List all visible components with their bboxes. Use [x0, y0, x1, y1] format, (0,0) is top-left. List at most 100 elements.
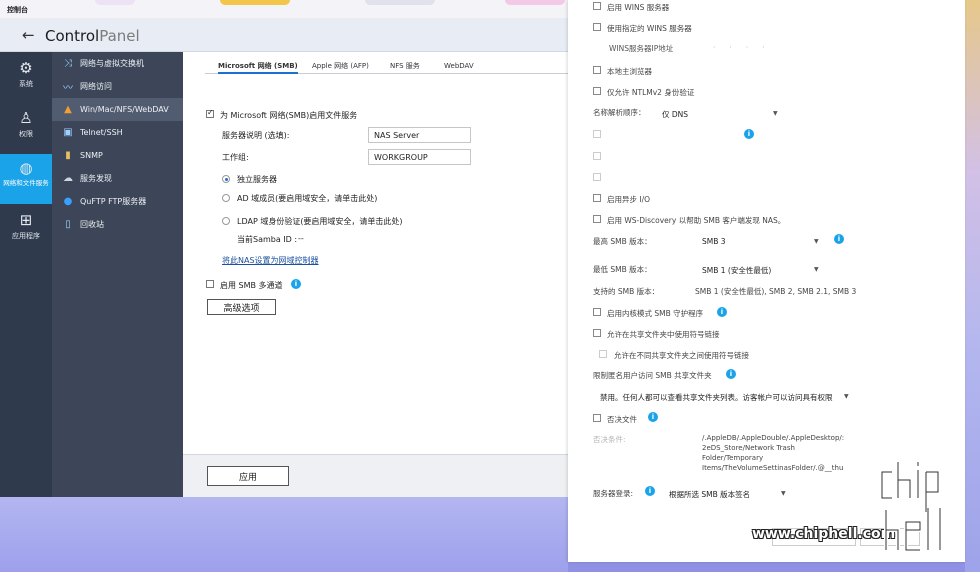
- wins-server-label: 启用 WINS 服务器: [607, 3, 670, 12]
- allow-symlinks-checkbox[interactable]: [593, 329, 601, 337]
- nav-label: 权限: [19, 130, 33, 138]
- left-nav: ⚙ 系统 ♙ 权限 ◍ 网络和文件服务 ⊞ 应用程序: [0, 52, 52, 497]
- subnav-service-discovery[interactable]: ☁ 服务发现: [52, 167, 183, 190]
- cross-symlinks-checkbox[interactable]: [599, 350, 607, 358]
- nav-system[interactable]: ⚙ 系统: [0, 60, 52, 100]
- ws-discovery-checkbox[interactable]: [593, 215, 601, 223]
- chevron-down-icon[interactable]: ▼: [844, 393, 849, 400]
- supported-smb-value: SMB 1 (安全性最低), SMB 2, SMB 2.1, SMB 3: [695, 287, 857, 296]
- use-wins-checkbox[interactable]: [593, 23, 601, 31]
- veto-pattern-line: Items/TheVolumeSettinasFolder/.@__thu: [702, 464, 844, 472]
- info-icon[interactable]: i: [648, 412, 658, 422]
- wins-server-checkbox[interactable]: [593, 2, 601, 10]
- radio-ldap-label[interactable]: LDAP 域身份验证(要启用域安全，请单击此处): [237, 216, 403, 227]
- subnav-quftp[interactable]: ● QuFTP FTP服务器: [52, 190, 183, 213]
- domain-controller-link[interactable]: 将此NAS设置为网域控制器: [222, 255, 319, 266]
- veto-pattern-textarea[interactable]: /.AppleDB/.AppleDouble/.AppleDesktop/: 2…: [702, 433, 862, 473]
- subnav-win-mac-nfs[interactable]: ▲ Win/Mac/NFS/WebDAV: [52, 98, 183, 121]
- disabled-option-checkbox: [593, 152, 601, 160]
- subnav-telnet-ssh[interactable]: ▣ Telnet/SSH: [52, 121, 183, 144]
- veto-pattern-line: Folder/Temporary: [702, 454, 764, 462]
- advanced-options-button[interactable]: 高级选项: [207, 299, 276, 315]
- nav-network-file-services[interactable]: ◍ 网络和文件服务: [0, 154, 52, 204]
- enable-smb-checkbox[interactable]: [206, 108, 214, 118]
- subnav-recycle-bin[interactable]: ▯ 回收站: [52, 213, 183, 236]
- server-signing-label: 服务器登录:: [593, 489, 634, 498]
- veto-files-checkbox[interactable]: [593, 414, 601, 422]
- server-desc-label: 服务器说明 (选填):: [222, 131, 290, 140]
- ntlmv2-checkbox[interactable]: [593, 87, 601, 95]
- nav-label: 网络和文件服务: [3, 179, 49, 187]
- tab-nfs[interactable]: NFS 服务: [390, 61, 420, 74]
- chevron-down-icon[interactable]: ▼: [814, 238, 819, 245]
- desktop-right-edge: [965, 0, 980, 572]
- info-icon[interactable]: i: [291, 279, 301, 289]
- server-desc-input[interactable]: [368, 127, 471, 143]
- tab-webdav[interactable]: WebDAV: [444, 61, 474, 74]
- subnav-virtual-switch[interactable]: ⤨ 网络与虚拟交换机: [52, 52, 183, 75]
- wins-ip-fields[interactable]: ····: [713, 43, 779, 52]
- watermark-text: www.chiphell.com: [752, 526, 896, 542]
- workgroup-input[interactable]: [368, 149, 471, 165]
- tab-afp[interactable]: Apple 网络 (AFP): [312, 61, 369, 74]
- disabled-option-checkbox: [593, 173, 601, 181]
- nav-privilege[interactable]: ♙ 权限: [0, 110, 52, 150]
- supported-smb-label: 支持的 SMB 版本：: [593, 287, 660, 296]
- info-icon[interactable]: i: [645, 486, 655, 496]
- info-icon[interactable]: i: [744, 129, 754, 139]
- radio-ad-member[interactable]: [222, 194, 230, 202]
- name-resolution-select[interactable]: 仅 DNS: [662, 109, 688, 120]
- chevron-down-icon[interactable]: ▼: [814, 266, 819, 273]
- max-smb-label: 最高 SMB 版本：: [593, 237, 652, 246]
- radio-standalone[interactable]: [222, 175, 230, 183]
- terminal-icon: ▣: [63, 127, 73, 138]
- enable-smb-label: 为 Microsoft 网络(SMB)启用文件服务: [220, 111, 358, 120]
- max-smb-select[interactable]: SMB 3: [702, 237, 726, 246]
- recycle-bin-icon: ▯: [65, 219, 71, 230]
- virtual-switch-icon: ⤨: [64, 58, 72, 69]
- async-io-checkbox[interactable]: [593, 194, 601, 202]
- main-content: Microsoft 网络 (SMB) Apple 网络 (AFP) NFS 服务…: [183, 52, 568, 497]
- server-signing-select[interactable]: 根据所选 SMB 版本签名: [669, 489, 750, 500]
- nav-applications[interactable]: ⊞ 应用程序: [0, 212, 52, 252]
- subnav-snmp[interactable]: ▮ SNMP: [52, 144, 183, 167]
- kernel-mode-label: 启用内核模式 SMB 守护程序: [607, 309, 704, 318]
- veto-pattern-line: /.AppleDB/.AppleDouble/.AppleDesktop/:: [702, 434, 845, 442]
- subnav-label: 服务发现: [80, 174, 112, 183]
- info-icon[interactable]: i: [717, 307, 727, 317]
- min-smb-select[interactable]: SMB 1 (安全性最低): [702, 265, 771, 276]
- veto-pattern-line: 2eDS_Store/Network Trash: [702, 444, 795, 452]
- cross-symlinks-label: 允许在不同共享文件夹之间使用符号链接: [614, 351, 749, 360]
- info-icon[interactable]: i: [834, 234, 844, 244]
- title-bold: Control: [45, 27, 100, 45]
- subnav-label: 网络访问: [80, 82, 112, 91]
- smb-multichannel-checkbox[interactable]: [206, 280, 214, 288]
- info-icon[interactable]: i: [726, 369, 736, 379]
- desktop-icon-shape: [365, 0, 435, 5]
- name-resolution-label: 名称解析顺序：: [593, 108, 646, 117]
- apply-button[interactable]: 应用: [207, 466, 289, 486]
- restrict-anon-select[interactable]: 禁用。任何人都可以查看共享文件夹列表。访客帐户可以访问具有权限: [600, 392, 833, 403]
- disabled-option-checkbox: [593, 130, 601, 138]
- desktop-title: 控制台: [7, 6, 28, 14]
- radio-ad-label[interactable]: AD 域成员(要启用域安全，请单击此处): [237, 193, 377, 204]
- chevron-down-icon[interactable]: ▼: [781, 490, 786, 497]
- local-master-checkbox[interactable]: [593, 66, 601, 74]
- ws-discovery-label: 启用 WS-Discovery 以帮助 SMB 客户端发现 NAS。: [607, 216, 786, 225]
- tab-smb[interactable]: Microsoft 网络 (SMB): [218, 61, 298, 74]
- snmp-icon: ▮: [65, 150, 71, 161]
- subnav-network-access[interactable]: 〰网络访问: [52, 75, 183, 98]
- radio-standalone-label: 独立服务器: [237, 175, 277, 184]
- allow-symlinks-label: 允许在共享文件夹中使用符号链接: [607, 330, 720, 339]
- radio-ldap[interactable]: [222, 217, 230, 225]
- samba-id-value: --: [298, 234, 304, 243]
- network-access-icon: 〰: [63, 83, 73, 94]
- win-mac-nfs-icon: ▲: [64, 104, 72, 115]
- chevron-down-icon[interactable]: ▼: [773, 110, 778, 117]
- desktop-icon-shape: [95, 0, 135, 5]
- apps-icon: ⊞: [19, 211, 33, 229]
- back-arrow-icon[interactable]: ←: [22, 26, 35, 44]
- subnav-label: QuFTP FTP服务器: [80, 197, 147, 206]
- control-panel-title: ControlPanel: [45, 27, 140, 45]
- kernel-mode-checkbox[interactable]: [593, 308, 601, 316]
